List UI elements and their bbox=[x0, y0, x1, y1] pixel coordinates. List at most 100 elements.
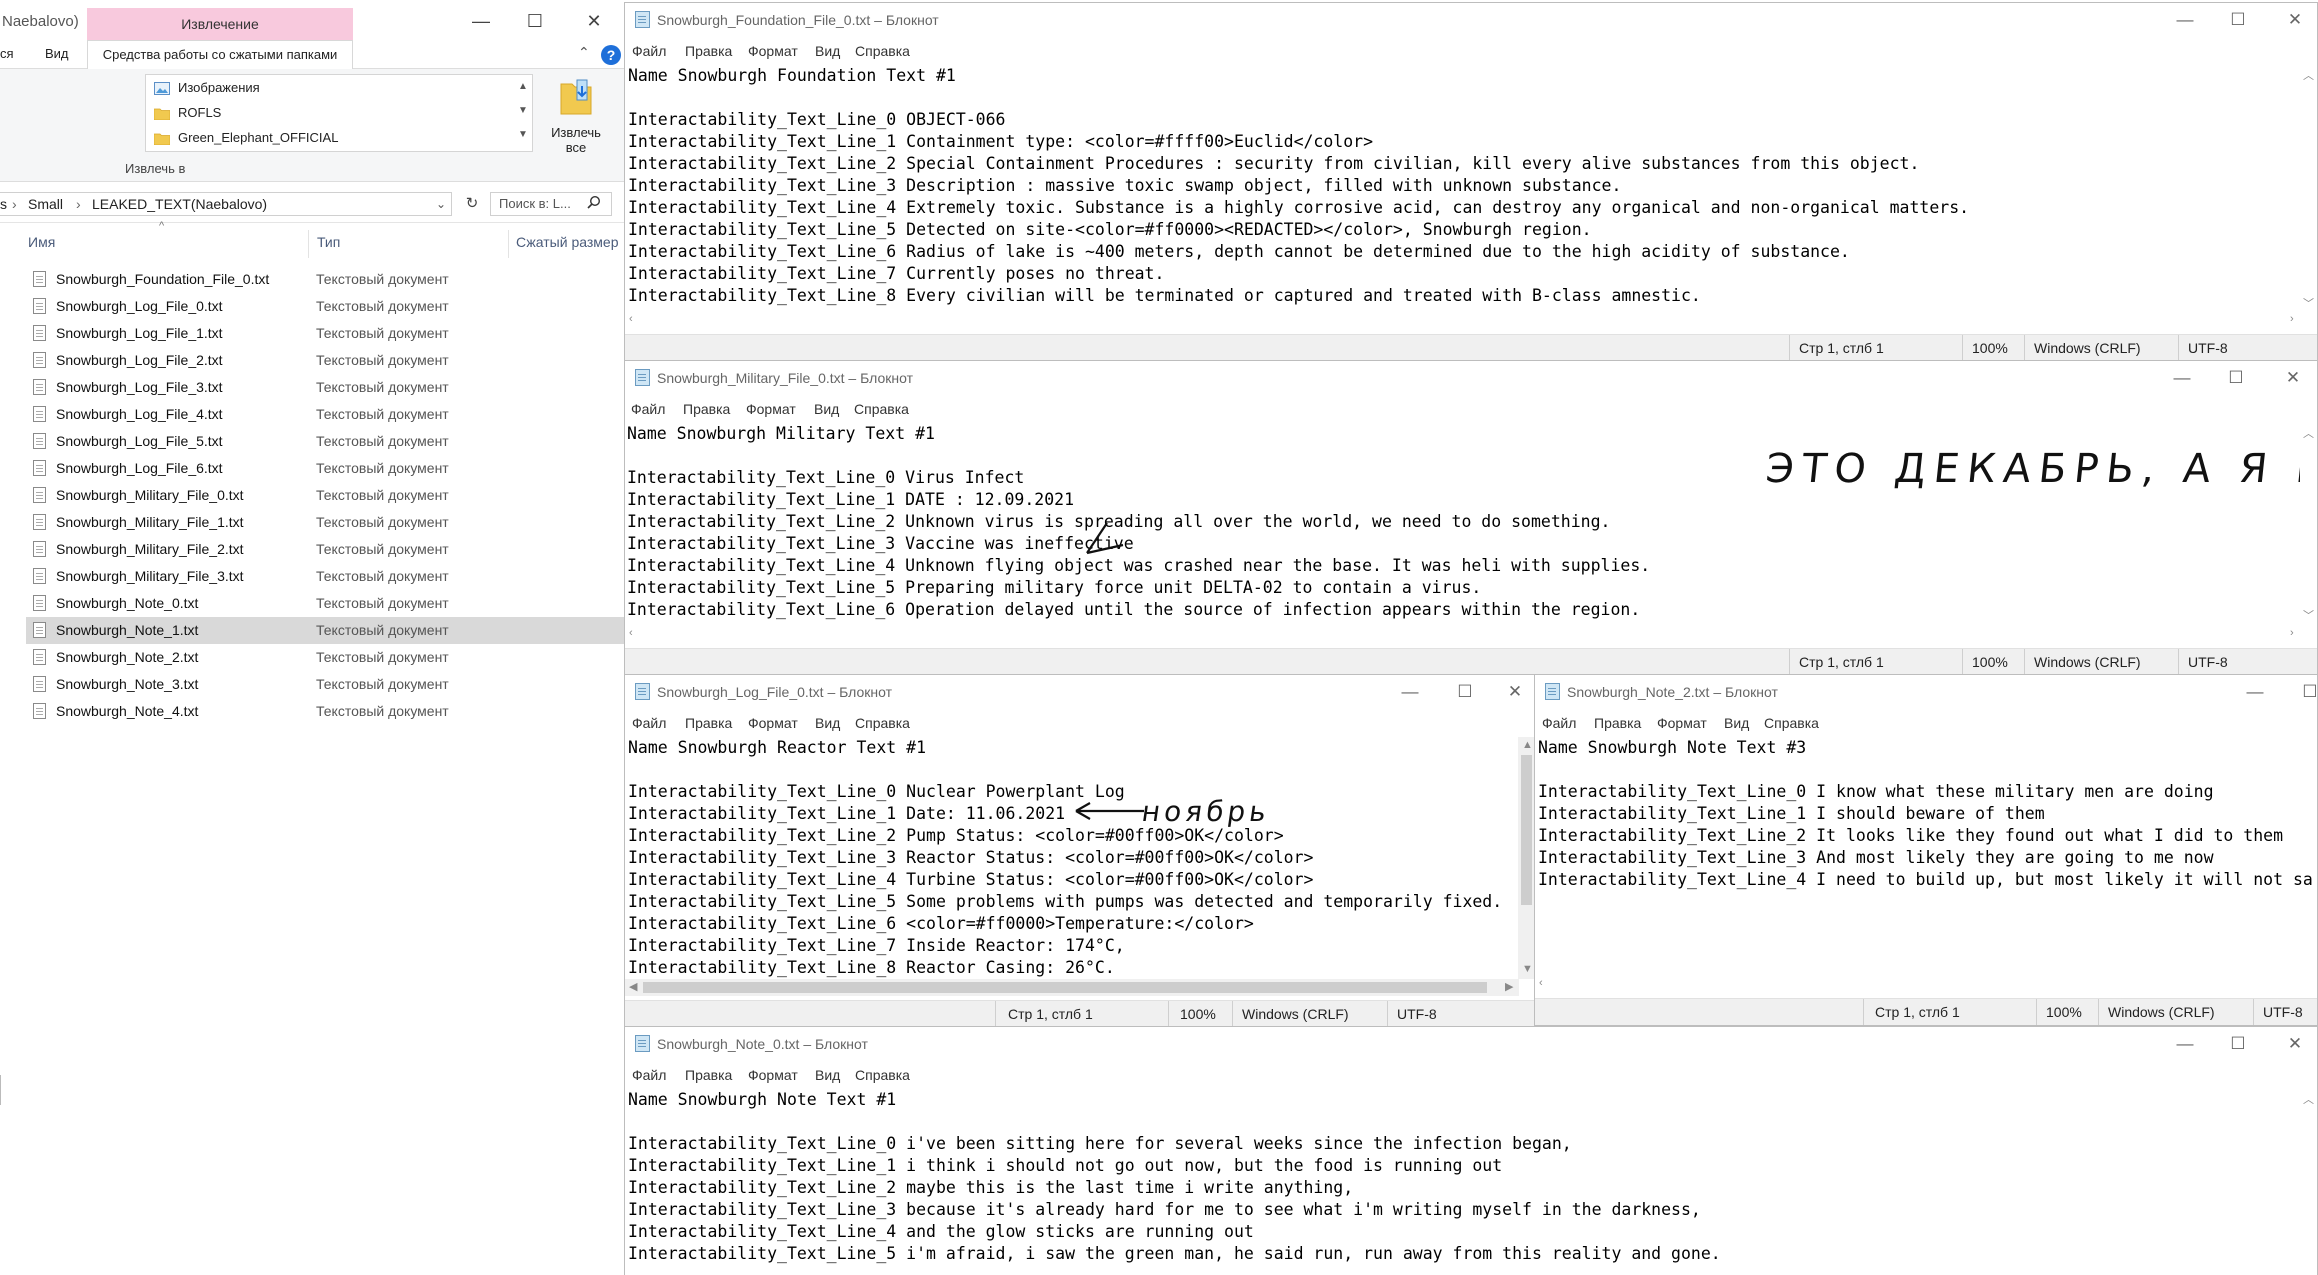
minimize-button[interactable]: — bbox=[459, 6, 503, 36]
maximize-button[interactable]: ☐ bbox=[1445, 677, 1485, 707]
minimize-button[interactable]: — bbox=[2165, 1029, 2205, 1059]
menu-view[interactable]: Вид bbox=[815, 43, 840, 59]
file-row[interactable]: Snowburgh_Log_File_0.txt Текстовый докуме… bbox=[26, 293, 624, 320]
scroll-left-icon[interactable]: ◀ bbox=[629, 980, 637, 993]
menu-format[interactable]: Формат bbox=[746, 401, 796, 417]
menu-help[interactable]: Справка bbox=[854, 401, 909, 417]
horizontal-scrollbar[interactable]: ‹ › bbox=[625, 313, 2301, 330]
menu-file[interactable]: Файл bbox=[1542, 715, 1576, 731]
close-button[interactable]: ✕ bbox=[2275, 1029, 2315, 1059]
file-row[interactable]: Snowburgh_Note_3.txt Текстовый документ bbox=[26, 671, 624, 698]
gallery-item-rofls[interactable]: ROFLS bbox=[154, 102, 221, 124]
menu-file[interactable]: Файл bbox=[631, 401, 665, 417]
maximize-button[interactable]: ☐ bbox=[2218, 5, 2258, 35]
close-button[interactable]: ✕ bbox=[1495, 677, 1535, 707]
text-editor-area[interactable]: Name Snowburgh Reactor Text #1 Interactab… bbox=[628, 737, 1517, 979]
maximize-button[interactable]: ☐ bbox=[2290, 677, 2317, 707]
file-row[interactable]: Snowburgh_Log_File_5.txt Текстовый докуме… bbox=[26, 428, 624, 455]
scrollbar-thumb[interactable] bbox=[1521, 755, 1532, 905]
scroll-up-icon[interactable]: ︿ bbox=[2303, 425, 2314, 441]
menu-edit[interactable]: Правка bbox=[685, 1067, 732, 1083]
menu-edit[interactable]: Правка bbox=[685, 43, 732, 59]
menu-view[interactable]: Вид bbox=[815, 1067, 840, 1083]
collapse-ribbon-icon[interactable]: ⌃ bbox=[578, 44, 590, 61]
scroll-up-icon[interactable]: ▲ bbox=[1522, 739, 1533, 751]
horizontal-scrollbar[interactable]: ◀ ▶ bbox=[625, 979, 1519, 996]
scroll-down-icon[interactable]: ﹀ bbox=[2303, 607, 2314, 623]
menu-help[interactable]: Справка bbox=[855, 43, 910, 59]
tab-compressed-folder-tools[interactable]: Средства работы со сжатыми папками bbox=[87, 40, 353, 69]
menu-format[interactable]: Формат bbox=[748, 715, 798, 731]
menu-edit[interactable]: Правка bbox=[685, 715, 732, 731]
file-row[interactable]: Snowburgh_Military_File_2.txt Текстовый д… bbox=[26, 536, 624, 563]
gallery-expand-icon[interactable]: ▼ bbox=[518, 129, 528, 140]
scroll-down-icon[interactable]: ▼ bbox=[1522, 963, 1533, 975]
extract-all-button[interactable]: Извлечь все bbox=[548, 72, 604, 162]
column-divider[interactable] bbox=[508, 230, 509, 258]
menu-edit[interactable]: Правка bbox=[1594, 715, 1641, 731]
menu-file[interactable]: Файл bbox=[632, 1067, 666, 1083]
file-row[interactable]: Snowburgh_Note_1.txt Текстовый документ bbox=[26, 617, 624, 644]
close-button[interactable]: ✕ bbox=[2273, 363, 2313, 393]
file-row[interactable]: Snowburgh_Note_2.txt Текстовый документ bbox=[26, 644, 624, 671]
file-row[interactable]: Snowburgh_Log_File_3.txt Текстовый докуме… bbox=[26, 374, 624, 401]
column-header-compressed-size[interactable]: Сжатый размер bbox=[516, 234, 618, 250]
file-row[interactable]: Snowburgh_Military_File_3.txt Текстовый д… bbox=[26, 563, 624, 590]
close-button[interactable]: ✕ bbox=[572, 6, 616, 36]
horizontal-scrollbar[interactable]: ‹ bbox=[1535, 977, 2317, 994]
menu-view[interactable]: Вид bbox=[814, 401, 839, 417]
refresh-icon[interactable]: ↻ bbox=[460, 192, 484, 216]
scroll-left-icon[interactable]: ‹ bbox=[629, 313, 633, 325]
minimize-button[interactable]: — bbox=[2235, 677, 2275, 707]
maximize-button[interactable]: ☐ bbox=[2218, 1029, 2258, 1059]
vertical-scrollbar[interactable]: ︿ ﹀ bbox=[2300, 423, 2317, 627]
file-row[interactable]: Snowburgh_Note_0.txt Текстовый документ bbox=[26, 590, 624, 617]
file-row[interactable]: Snowburgh_Note_4.txt Текстовый документ bbox=[26, 698, 624, 725]
tab-share[interactable]: ся bbox=[0, 40, 14, 68]
scroll-down-icon[interactable]: ﹀ bbox=[2303, 295, 2314, 311]
help-icon[interactable]: ? bbox=[601, 45, 621, 65]
file-row[interactable]: Snowburgh_Log_File_2.txt Текстовый докуме… bbox=[26, 347, 624, 374]
horizontal-scrollbar[interactable]: ‹ › bbox=[625, 627, 2301, 644]
menu-file[interactable]: Файл bbox=[632, 43, 666, 59]
gallery-item-green-elephant[interactable]: Green_Elephant_OFFICIAL bbox=[154, 127, 338, 149]
text-editor-area[interactable]: Name Snowburgh Note Text #1 Interactabili… bbox=[628, 1089, 2299, 1274]
text-editor-area[interactable]: Name Snowburgh Note Text #3 Interactabili… bbox=[1538, 737, 2317, 977]
breadcrumb-small[interactable]: Small bbox=[28, 193, 63, 217]
maximize-button[interactable]: ☐ bbox=[2216, 363, 2256, 393]
vertical-scrollbar[interactable]: ▲ ▼ bbox=[1518, 737, 1535, 979]
menu-help[interactable]: Справка bbox=[1764, 715, 1819, 731]
file-row[interactable]: Snowburgh_Log_File_6.txt Текстовый докуме… bbox=[26, 455, 624, 482]
scrollbar-thumb[interactable] bbox=[643, 982, 1487, 993]
scroll-up-icon[interactable]: ︿ bbox=[2303, 1091, 2314, 1107]
file-row[interactable]: Snowburgh_Military_File_0.txt Текстовый д… bbox=[26, 482, 624, 509]
menu-format[interactable]: Формат bbox=[1657, 715, 1707, 731]
scroll-right-icon[interactable]: › bbox=[2290, 627, 2294, 639]
menu-view[interactable]: Вид bbox=[1724, 715, 1749, 731]
scroll-left-icon[interactable]: ‹ bbox=[1539, 977, 1543, 989]
vertical-scrollbar[interactable]: ︿ bbox=[2300, 1089, 2317, 1274]
minimize-button[interactable]: — bbox=[2162, 363, 2202, 393]
scroll-right-icon[interactable]: › bbox=[2290, 313, 2294, 325]
menu-format[interactable]: Формат bbox=[748, 43, 798, 59]
close-button[interactable]: ✕ bbox=[2275, 5, 2315, 35]
address-bar[interactable]: s › Small › LEAKED_TEXT(Naebalovo) ⌄ bbox=[0, 192, 452, 216]
file-row[interactable]: Snowburgh_Foundation_File_0.txt Текстовый… bbox=[26, 266, 624, 293]
column-header-name[interactable]: Имя bbox=[28, 234, 55, 250]
minimize-button[interactable]: — bbox=[2165, 5, 2205, 35]
file-row[interactable]: Snowburgh_Military_File_1.txt Текстовый д… bbox=[26, 509, 624, 536]
menu-help[interactable]: Справка bbox=[855, 715, 910, 731]
column-header-type[interactable]: Тип bbox=[317, 234, 340, 250]
scroll-left-icon[interactable]: ‹ bbox=[629, 627, 633, 639]
gallery-item-images[interactable]: Изображения bbox=[154, 77, 260, 99]
maximize-button[interactable]: ☐ bbox=[513, 6, 557, 36]
gallery-scroll-up-icon[interactable]: ▲ bbox=[518, 81, 528, 92]
column-divider[interactable] bbox=[308, 230, 309, 258]
tab-view[interactable]: Вид bbox=[45, 40, 69, 68]
scroll-up-icon[interactable]: ︿ bbox=[2303, 67, 2314, 83]
vertical-scrollbar[interactable]: ︿ ﹀ bbox=[2300, 65, 2317, 313]
search-input[interactable]: Поиск в: L... bbox=[490, 192, 612, 216]
menu-file[interactable]: Файл bbox=[632, 715, 666, 731]
menu-format[interactable]: Формат bbox=[748, 1067, 798, 1083]
file-row[interactable]: Snowburgh_Log_File_4.txt Текстовый докуме… bbox=[26, 401, 624, 428]
